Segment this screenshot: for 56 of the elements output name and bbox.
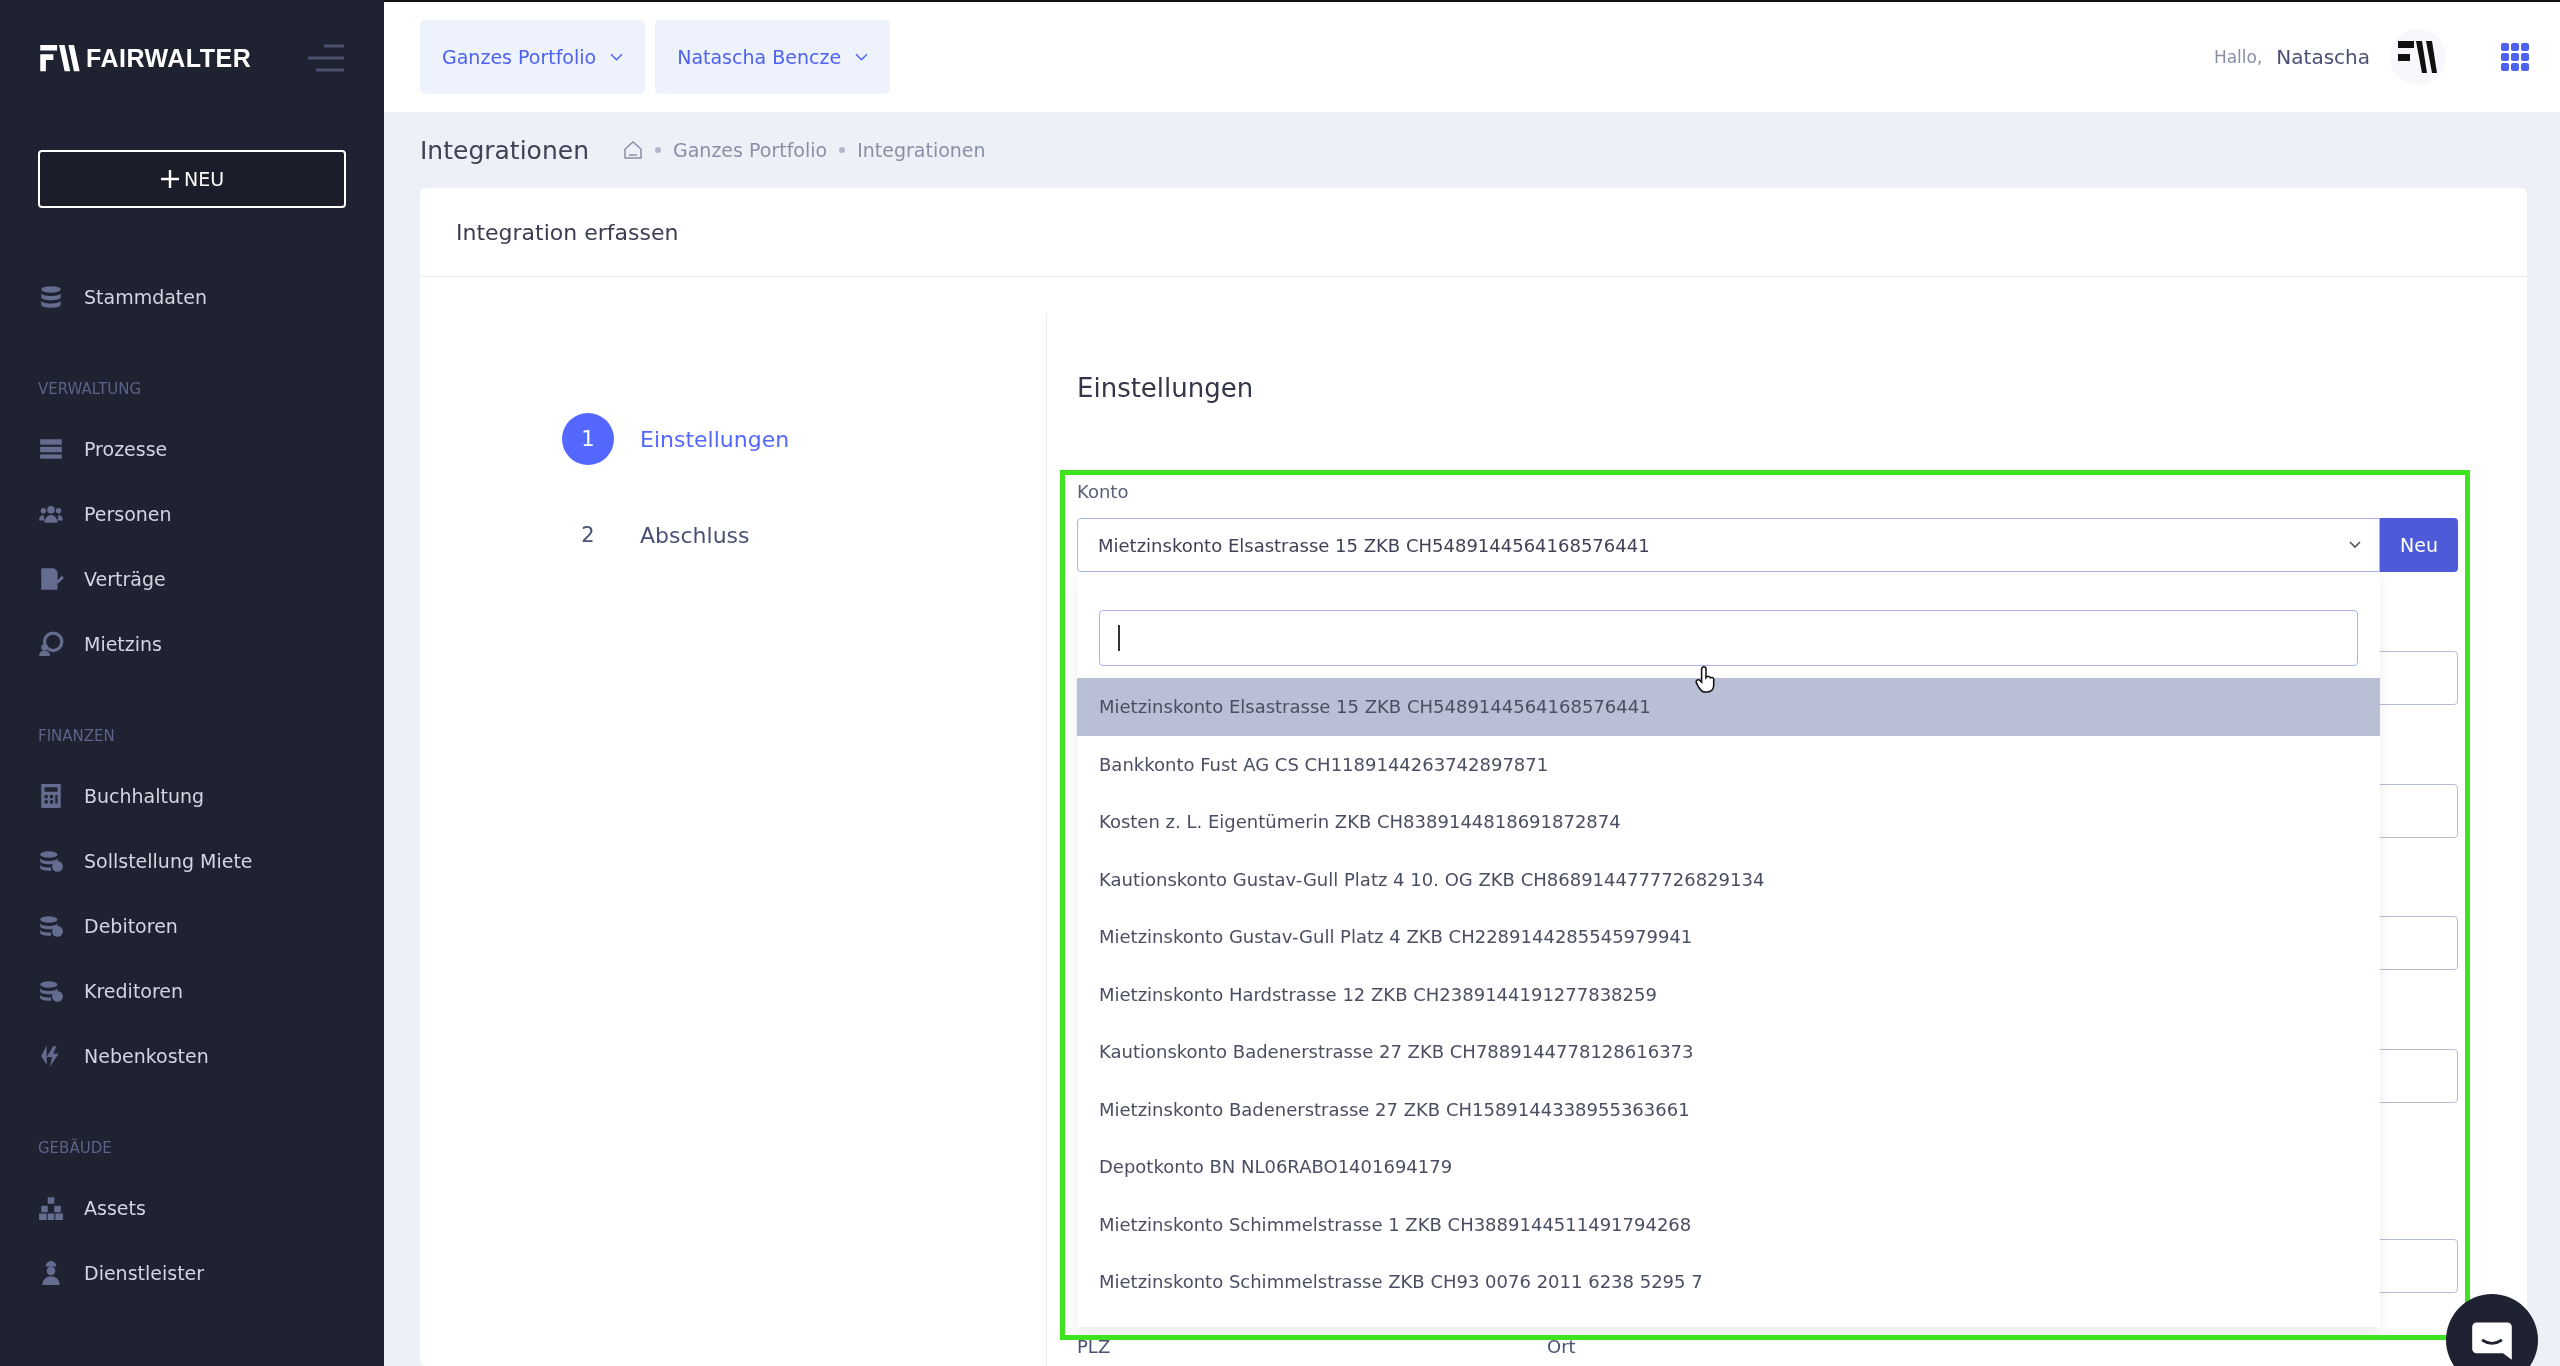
hand-cursor-icon xyxy=(1695,666,1717,694)
dropdown-option[interactable]: Mietzinskonto Elsastrasse 15 ZKB CH5489144564168576441 xyxy=(1077,678,2380,736)
user-name: Natascha xyxy=(2276,45,2370,69)
sidebar-item[interactable]: Sollstellung Miete xyxy=(38,828,346,893)
card-title: Integration erfassen xyxy=(456,219,679,245)
dropdown-option[interactable]: Mietzinskonto Schimmelstrasse 1 ZKB CH3889144511491794268 xyxy=(1077,1195,2380,1253)
apps-grid-icon[interactable] xyxy=(2500,42,2530,72)
filter-dropdown[interactable]: Natascha Bencze xyxy=(655,20,891,94)
chevron-down-icon xyxy=(855,52,869,62)
section-heading: GEBÄUDE xyxy=(38,1139,113,1159)
chat-button[interactable] xyxy=(2446,1294,2538,1366)
section-title: Einstellungen xyxy=(1077,373,1255,405)
field-label: Ort xyxy=(1547,1336,1577,1359)
dropdown-option[interactable]: Mietzinskonto Hardstrasse 12 ZKB CH2389144191277838259 xyxy=(1077,965,2380,1023)
step-item[interactable]: 2 Abschluss xyxy=(562,509,1046,561)
dropdown-option[interactable]: Mietzinskonto Gustav-Gull Platz 4 ZKB CH2289144285545979941 xyxy=(1077,908,2380,966)
filter-dropdown[interactable]: Ganzes Portfolio xyxy=(420,20,646,94)
cubes-icon xyxy=(38,1194,64,1221)
new-account-button[interactable]: Neu xyxy=(2380,518,2458,572)
sidebar-item[interactable]: Mietzins xyxy=(38,611,346,676)
sidebar-item[interactable]: Debitoren xyxy=(38,893,346,958)
sidebar-item[interactable]: Assets xyxy=(38,1175,346,1240)
dropdown-option[interactable]: Kautionskonto Badenerstrasse 27 ZKB CH7889144778128616373 xyxy=(1077,1023,2380,1081)
chevron-down-icon xyxy=(610,52,624,62)
dropdown-option[interactable]: Kautionskonto Gustav-Gull Platz 4 10. OG ZKB CH8689144777726829134 xyxy=(1077,850,2380,908)
section-heading: FINANZEN xyxy=(38,727,116,747)
dropdown-option[interactable]: Mietzinskonto Badenerstrasse 27 ZKB CH1589144338955363661 xyxy=(1077,1080,2380,1138)
dropdown-option[interactable]: Kosten z. L. Eigentümerin ZKB CH8389144818691872874 xyxy=(1077,793,2380,851)
sidebar-item[interactable]: Buchhaltung xyxy=(38,763,346,828)
sidebar-item[interactable]: Prozesse xyxy=(38,416,346,481)
home-icon[interactable] xyxy=(623,140,643,160)
plus-icon xyxy=(159,169,180,189)
sidebar-item[interactable]: Personen xyxy=(38,481,346,546)
page-title: Integrationen xyxy=(420,135,589,165)
document-pen-icon xyxy=(38,565,64,592)
brand-name: FAIRWALTER xyxy=(86,43,252,73)
sidebar-item[interactable]: Stammdaten xyxy=(38,264,346,329)
search-field[interactable] xyxy=(1099,610,2358,666)
dropdown-option[interactable]: Bankkonto Fust AG CS CH1189144263742897871 xyxy=(1077,735,2380,793)
sidebar-item[interactable]: Verträge xyxy=(38,546,346,611)
field-label: Konto xyxy=(1077,481,1129,502)
step-item[interactable]: 1 Einstellungen xyxy=(562,413,1046,465)
logo-icon xyxy=(38,43,80,73)
calculator-icon xyxy=(38,782,64,809)
dropdown-option[interactable]: Depotkonto BN NL06RABO1401694179 xyxy=(1077,1138,2380,1196)
dropdown-option[interactable]: Mietzinskonto Schimmelstrasse ZKB CH93 0076 2011 6238 5295 7 xyxy=(1077,1253,2380,1311)
field-label: PLZ xyxy=(1077,1336,1112,1359)
section-heading: VERWALTUNG xyxy=(38,380,143,400)
chevron-down-icon xyxy=(2349,541,2361,549)
account-select[interactable]: Mietzinskonto Elsastrasse 15 ZKB CH5489144564168576441 xyxy=(1077,518,2380,572)
sidebar-item[interactable]: Nebenkosten xyxy=(38,1023,346,1088)
sidebar-item[interactable]: Kreditoren xyxy=(38,958,346,1023)
greeting: Hallo, xyxy=(2213,47,2263,67)
database-icon xyxy=(38,283,64,310)
sidebar-item[interactable]: Dienstleister xyxy=(38,1240,346,1305)
new-button[interactable]: NEU xyxy=(38,150,346,208)
